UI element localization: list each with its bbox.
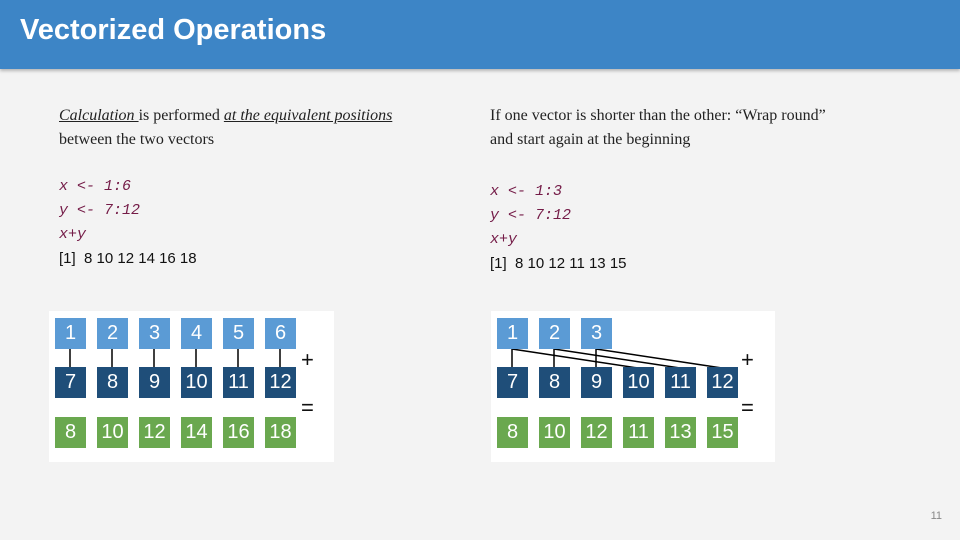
- result-cell: 13: [665, 417, 696, 448]
- vector-x-cell: 4: [181, 318, 212, 349]
- result-cell: 8: [55, 417, 86, 448]
- vector-y-cell: 11: [223, 367, 254, 398]
- right-column: If one vector is shorter than the other:…: [490, 104, 920, 276]
- vector-x-cell: 2: [539, 318, 570, 349]
- desc-line-2: and start again at the beginning: [490, 131, 691, 148]
- vector-y-cell: 7: [55, 367, 86, 398]
- code-line: y <- 7:12: [59, 202, 141, 219]
- desc-text-1: is performed: [138, 107, 224, 124]
- vector-x-cell: 3: [581, 318, 612, 349]
- vector-y-cell: 12: [707, 367, 738, 398]
- left-vector-diagram: 1 2 3 4 5 6 7 8 9 10 11 12 8 10 12 14 16…: [49, 311, 334, 462]
- result-cell: 10: [539, 417, 570, 448]
- code-line: x <- 1:6: [59, 178, 132, 195]
- right-code-block: x <- 1:3 y <- 7:12 x+y [1] 8 10 12 11 13…: [490, 180, 920, 276]
- code-line: y <- 7:12: [490, 207, 572, 224]
- vector-y-cell: 7: [497, 367, 528, 398]
- slide-title: Vectorized Operations: [20, 14, 327, 46]
- result-cell: 16: [223, 417, 254, 448]
- vector-x-cell: 1: [55, 318, 86, 349]
- vector-y-cell: 11: [665, 367, 696, 398]
- vector-x-cell: 2: [97, 318, 128, 349]
- vector-y-cell: 9: [581, 367, 612, 398]
- left-code-block: x <- 1:6 y <- 7:12 x+y [1] 8 10 12 14 16…: [59, 175, 419, 271]
- result-cell: 15: [707, 417, 738, 448]
- page-number: 11: [930, 510, 942, 522]
- vector-y-cell: 9: [139, 367, 170, 398]
- code-output: [1] 8 10 12 11 13 15: [490, 255, 627, 272]
- vector-y-cell: 10: [181, 367, 212, 398]
- result-cell: 12: [139, 417, 170, 448]
- code-line: x <- 1:3: [490, 183, 563, 200]
- vector-y-cell: 12: [265, 367, 296, 398]
- desc-line-1: If one vector is shorter than the other:…: [490, 107, 826, 124]
- desc-calculation: Calculation: [59, 107, 139, 124]
- code-output: [1] 8 10 12 14 16 18: [59, 250, 197, 267]
- vector-x-cell: 1: [497, 318, 528, 349]
- result-cell: 10: [97, 417, 128, 448]
- slide-header: Vectorized Operations: [0, 0, 960, 69]
- result-cell: 11: [623, 417, 654, 448]
- plus-sign: +: [741, 347, 754, 372]
- code-line: x+y: [490, 231, 518, 248]
- result-cell: 12: [581, 417, 612, 448]
- left-description: Calculation is performed at the equivale…: [59, 104, 419, 152]
- vector-y-cell: 10: [623, 367, 654, 398]
- result-cell: 18: [265, 417, 296, 448]
- vector-x-cell: 5: [223, 318, 254, 349]
- code-line: x+y: [59, 226, 87, 243]
- left-column: Calculation is performed at the equivale…: [59, 104, 419, 271]
- desc-text-2: between the two vectors: [59, 131, 215, 148]
- result-cell: 14: [181, 417, 212, 448]
- desc-equivalent-positions: at the equivalent positions: [223, 107, 393, 124]
- plus-sign: +: [301, 347, 314, 372]
- equals-sign: =: [301, 395, 314, 420]
- vector-y-cell: 8: [539, 367, 570, 398]
- result-cell: 8: [497, 417, 528, 448]
- right-description: If one vector is shorter than the other:…: [490, 104, 920, 152]
- right-vector-diagram: 1 2 3 7 8 9 10 11 12 8 10 12 11 13 15 + …: [491, 311, 775, 462]
- vector-x-cell: 3: [139, 318, 170, 349]
- vector-y-cell: 8: [97, 367, 128, 398]
- equals-sign: =: [741, 395, 754, 420]
- vector-x-cell: 6: [265, 318, 296, 349]
